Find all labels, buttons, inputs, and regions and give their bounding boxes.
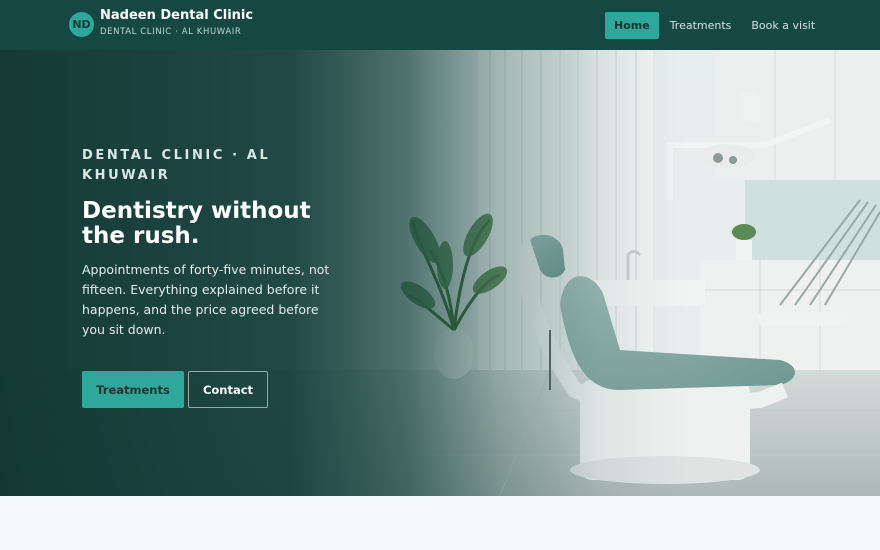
contact-button[interactable]: Contact [188, 371, 268, 408]
hero-eyebrow: DENTAL CLINIC · AL KHUWAIR [82, 148, 271, 183]
site-header: ND Nadeen Dental Clinic DENTAL CLINIC · … [0, 0, 880, 50]
brand-name[interactable]: Nadeen Dental Clinic [100, 8, 253, 23]
hero-title: Dentistry without the rush. [82, 198, 311, 249]
treatments-button[interactable]: Treatments [82, 371, 184, 408]
logo-badge[interactable]: ND [69, 12, 94, 37]
hero-description: Appointments of forty-five minutes, not … [82, 262, 330, 337]
nav-book-a-visit[interactable]: Book a visit [742, 12, 824, 39]
nav-home[interactable]: Home [605, 12, 659, 39]
main-nav: Home Treatments Book a visit [605, 12, 826, 39]
brand-tagline: DENTAL CLINIC · AL KHUWAIR [100, 27, 242, 37]
hero-section: DENTAL CLINIC · AL KHUWAIR Dentistry wit… [0, 50, 880, 496]
next-section [0, 496, 880, 550]
nav-treatments[interactable]: Treatments [661, 12, 741, 39]
